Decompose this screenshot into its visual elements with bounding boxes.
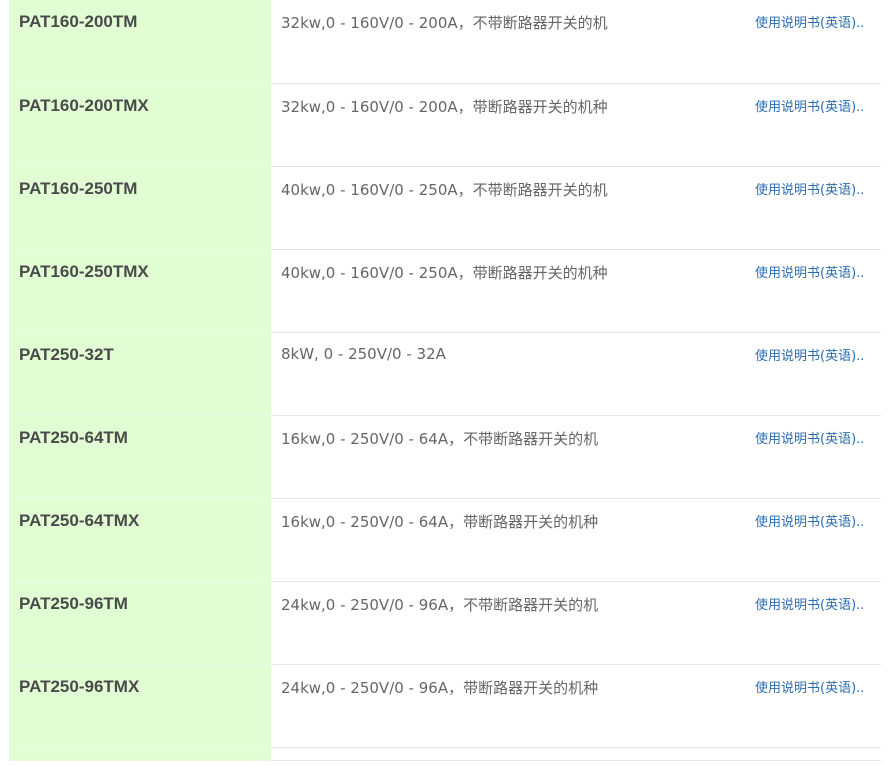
table-row: PAT160-200TMX 32kw,0 - 160V/0 - 200A，带断路…	[9, 83, 881, 167]
table-row: PAT250-64TMX 16kw,0 - 250V/0 - 64A，带断路器开…	[9, 498, 881, 582]
manual-cell: 使用说明书(英语)..	[745, 249, 881, 333]
model-cell: PAT160-200TMX	[9, 83, 271, 167]
manual-link[interactable]: 使用说明书(英语)..	[755, 100, 864, 115]
manual-link[interactable]: 使用说明书(英语)..	[755, 266, 864, 281]
manual-cell: 使用说明书(英语)..	[745, 83, 881, 167]
table-row: PAT160-200TM 32kw,0 - 160V/0 - 200A，不带断路…	[9, 0, 881, 84]
manual-cell: 使用说明书(英语)..	[745, 581, 881, 665]
manual-link[interactable]: 使用说明书(英语)..	[755, 598, 864, 613]
model-cell: PAT250-96TM	[9, 581, 271, 665]
manual-link[interactable]: 使用说明书(英语)..	[755, 515, 864, 530]
table-row: PAT160-250TMX 40kw,0 - 160V/0 - 250A，带断路…	[9, 249, 881, 333]
manual-cell: 使用说明书(英语)..	[745, 415, 881, 499]
spec-cell: 24kw,0 - 250V/0 - 96A，不带断路器开关的机	[271, 581, 745, 665]
manual-link[interactable]: 使用说明书(英语)..	[755, 432, 864, 447]
manual-link[interactable]: 使用说明书(英语)..	[755, 183, 864, 198]
manual-link[interactable]: 使用说明书(英语)..	[755, 349, 864, 364]
spec-cell: 24kw,0 - 250V/0 - 96A，带断路器开关的机种	[271, 664, 745, 748]
spec-cell: 40kw,0 - 160V/0 - 250A，带断路器开关的机种	[271, 249, 745, 333]
spec-cell-empty	[271, 747, 745, 761]
model-cell: PAT160-250TM	[9, 166, 271, 250]
manual-cell: 使用说明书(英语)..	[745, 166, 881, 250]
spec-cell: 32kw,0 - 160V/0 - 200A，带断路器开关的机种	[271, 83, 745, 167]
table-row: PAT250-96TM 24kw,0 - 250V/0 - 96A，不带断路器开…	[9, 581, 881, 665]
spec-cell: 32kw,0 - 160V/0 - 200A，不带断路器开关的机	[271, 0, 745, 84]
spec-cell: 16kw,0 - 250V/0 - 64A，带断路器开关的机种	[271, 498, 745, 582]
model-cell-empty	[9, 747, 271, 761]
table-row: PAT250-64TM 16kw,0 - 250V/0 - 64A，不带断路器开…	[9, 415, 881, 499]
table-row-partial	[9, 747, 881, 761]
spec-cell: 40kw,0 - 160V/0 - 250A，不带断路器开关的机	[271, 166, 745, 250]
product-table: PAT160-200TM 32kw,0 - 160V/0 - 200A，不带断路…	[9, 0, 881, 761]
model-cell: PAT250-64TMX	[9, 498, 271, 582]
model-cell: PAT250-96TMX	[9, 664, 271, 748]
table-row: PAT160-250TM 40kw,0 - 160V/0 - 250A，不带断路…	[9, 166, 881, 250]
model-cell: PAT160-200TM	[9, 0, 271, 84]
model-cell: PAT250-32T	[9, 332, 271, 416]
spec-cell: 16kw,0 - 250V/0 - 64A，不带断路器开关的机	[271, 415, 745, 499]
manual-link[interactable]: 使用说明书(英语)..	[755, 681, 864, 696]
spec-cell: 8kW, 0 - 250V/0 - 32A	[271, 332, 745, 416]
model-cell: PAT250-64TM	[9, 415, 271, 499]
manual-link[interactable]: 使用说明书(英语)..	[755, 16, 864, 31]
manual-cell-empty	[745, 747, 881, 761]
table-row: PAT250-96TMX 24kw,0 - 250V/0 - 96A，带断路器开…	[9, 664, 881, 748]
table-row: PAT250-32T 8kW, 0 - 250V/0 - 32A 使用说明书(英…	[9, 332, 881, 416]
model-cell: PAT160-250TMX	[9, 249, 271, 333]
manual-cell: 使用说明书(英语)..	[745, 0, 881, 84]
manual-cell: 使用说明书(英语)..	[745, 332, 881, 416]
manual-cell: 使用说明书(英语)..	[745, 498, 881, 582]
manual-cell: 使用说明书(英语)..	[745, 664, 881, 748]
product-table-body: PAT160-200TM 32kw,0 - 160V/0 - 200A，不带断路…	[9, 0, 881, 761]
